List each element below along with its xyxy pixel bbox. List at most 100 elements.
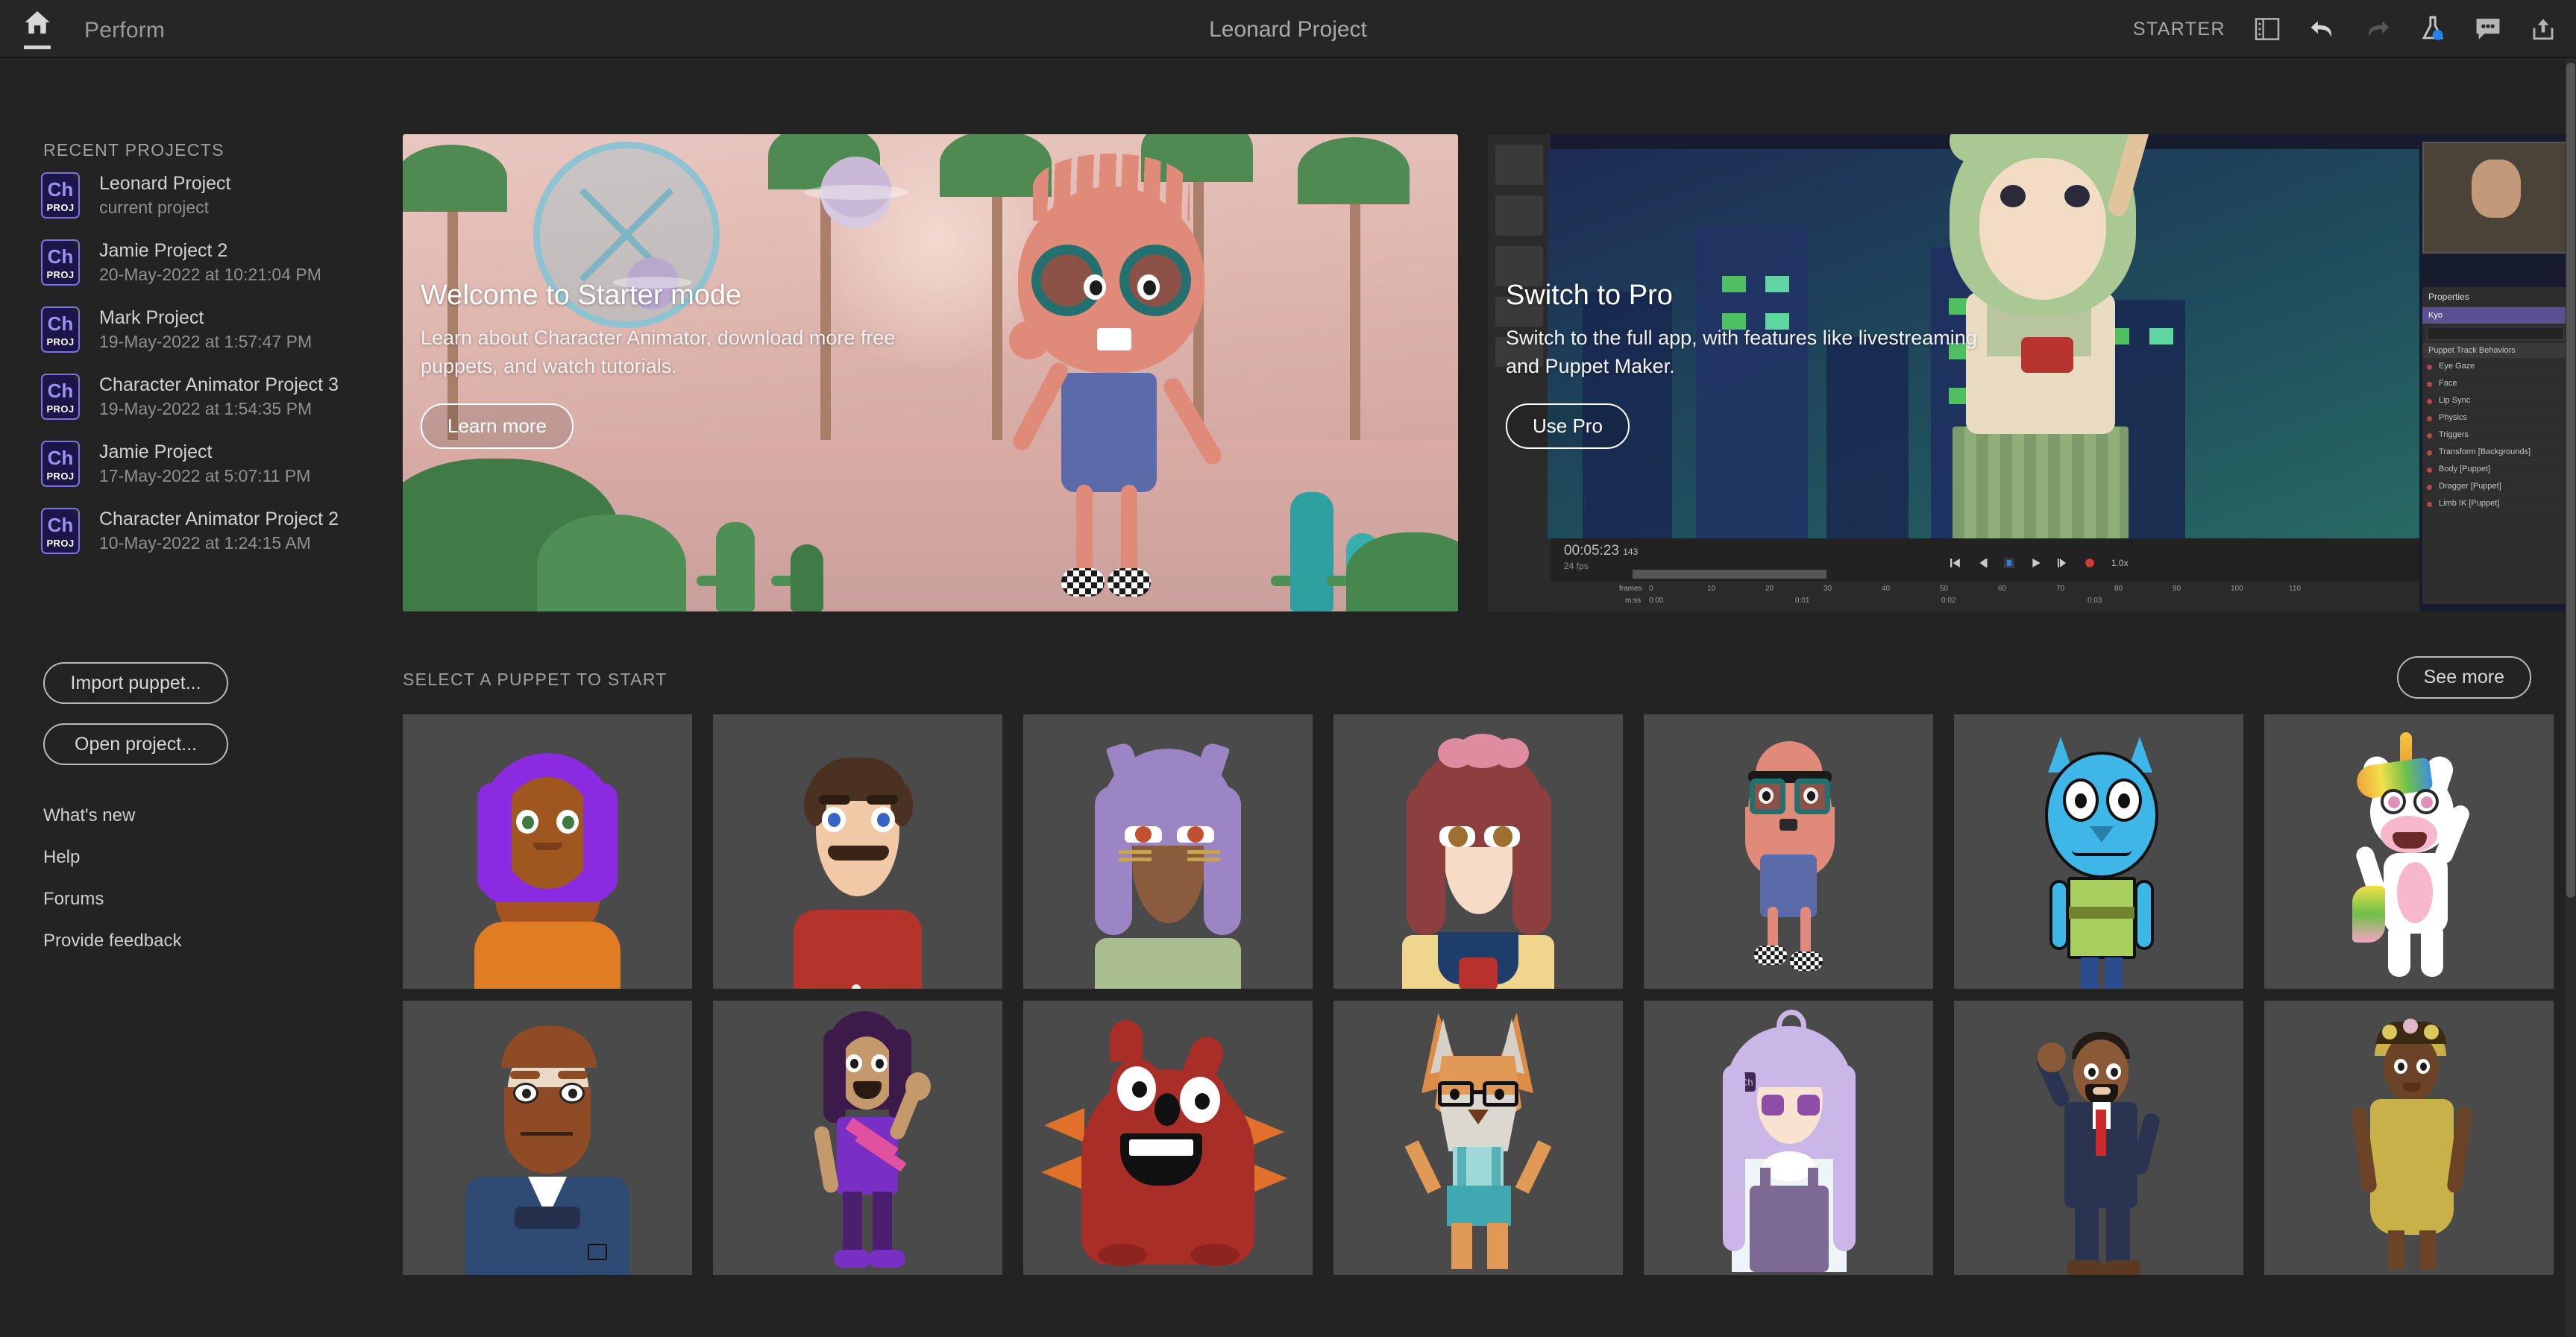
labs-beaker-icon[interactable]: [2416, 13, 2449, 45]
banner-switch-to-pro[interactable]: Properties Kyo Puppet Track Behaviors Ey…: [1488, 134, 2573, 611]
frame-tick: 20: [1765, 585, 1774, 593]
recent-project-item[interactable]: ChPROJCharacter Animator Project 319-May…: [41, 370, 399, 424]
puppet-tile-anime-schoolgirl-red-hair[interactable]: [1333, 714, 1623, 989]
sidebar: RECENT PROJECTS ChPROJLeonard Projectcur…: [0, 58, 403, 1337]
project-icon-ext-label: PROJ: [43, 471, 78, 482]
puppet-tile-anime-cat-girl-purple[interactable]: [1023, 714, 1313, 989]
puppet-tile-rainbow-unicorn[interactable]: [2264, 714, 2554, 989]
puppet-tile-yellow-dress-woman[interactable]: [2264, 1001, 2554, 1275]
project-name: Leonard Project: [99, 172, 231, 197]
go-to-start-icon[interactable]: [1950, 558, 1961, 568]
puppet-tile-purple-hair-girl-waving[interactable]: [713, 1001, 1002, 1275]
puppet-tile-clay-man-mustache[interactable]: [713, 714, 1002, 989]
sidebar-links: What's new Help Forums Provide feedback: [43, 805, 181, 972]
fps-label: 24 fps: [1564, 561, 1589, 571]
project-name: Jamie Project 2: [99, 239, 321, 264]
recent-project-item[interactable]: ChPROJJamie Project17-May-2022 at 5:07:1…: [41, 437, 399, 491]
puppet-tile-suited-man-waving[interactable]: [1954, 1001, 2243, 1275]
pro-banner-content: Switch to Pro Switch to the full app, wi…: [1506, 280, 1998, 449]
step-forward-icon[interactable]: [2058, 558, 2068, 568]
frame-tick: 100: [2231, 585, 2243, 593]
sidebar-link-what-s-new[interactable]: What's new: [43, 805, 181, 826]
puppet-thumbnail-fuzzy-creature-glasses: [1644, 714, 1933, 989]
open-project-button[interactable]: Open project...: [43, 723, 228, 765]
import-puppet-button[interactable]: Import puppet...: [43, 662, 228, 704]
playback-speed-label: 1.0x: [2111, 558, 2129, 568]
starter-banner-content: Welcome to Starter mode Learn about Char…: [421, 280, 913, 449]
puppet-tile-anime-long-hair-overalls[interactable]: Ch: [1644, 1001, 1933, 1275]
pro-banner-title: Switch to Pro: [1506, 280, 1998, 312]
puppet-tile-red-spiky-monster[interactable]: [1023, 1001, 1313, 1275]
behaviors-group-header: Puppet Track Behaviors: [2422, 343, 2569, 358]
recent-project-item[interactable]: ChPROJMark Project19-May-2022 at 1:57:47…: [41, 303, 399, 356]
frame-tick: 30: [1823, 585, 1832, 593]
ruler-row-label-mss: m:ss: [1625, 597, 1641, 605]
sidebar-link-forums[interactable]: Forums: [43, 889, 181, 910]
panel-layout-icon[interactable]: [2251, 13, 2284, 45]
record-icon[interactable]: [2085, 558, 2095, 568]
pro-timeline-panel: 00:05:23 143 24 fps 1.0x frames m:ss 010…: [1551, 538, 2419, 611]
puppet-thumbnail-purple-hair-girl-waving: [713, 1001, 1002, 1275]
project-file-icon: ChPROJ: [41, 441, 80, 487]
puppet-grid: Ch: [403, 714, 2552, 1275]
stop-icon[interactable]: [2004, 558, 2014, 568]
puppet-tile-fuzzy-creature-glasses[interactable]: [1644, 714, 1933, 989]
starter-banner-puppet: [988, 186, 1234, 604]
page-scrollbar[interactable]: [2566, 58, 2576, 1337]
behavior-row: Eye Gaze: [2422, 358, 2569, 375]
select-puppet-heading: SELECT A PUPPET TO START: [403, 670, 667, 690]
timecode-display: 00:05:23 143: [1564, 543, 1638, 559]
puppet-thumbnail-lowpoly-fox: [1333, 1001, 1623, 1275]
recent-project-item[interactable]: ChPROJCharacter Animator Project 210-May…: [41, 504, 399, 558]
starter-banner-title: Welcome to Starter mode: [421, 280, 913, 312]
frame-tick: 90: [2173, 585, 2181, 593]
sidebar-link-help[interactable]: Help: [43, 847, 181, 868]
project-icon-ch-label: Ch: [43, 312, 78, 336]
project-date: 10-May-2022 at 1:24:15 AM: [99, 532, 339, 555]
properties-panel-title: Properties: [2422, 287, 2569, 307]
redo-icon[interactable]: [2361, 13, 2394, 45]
project-date: 17-May-2022 at 5:07:11 PM: [99, 465, 310, 488]
feedback-chat-icon[interactable]: [2472, 13, 2504, 45]
recent-projects-list: ChPROJLeonard Projectcurrent projectChPR…: [41, 169, 399, 571]
play-icon[interactable]: [2031, 558, 2041, 568]
banner-starter-mode[interactable]: Welcome to Starter mode Learn about Char…: [403, 134, 1458, 611]
timeline-scrubber[interactable]: [1633, 570, 1826, 579]
project-name: Mark Project: [99, 306, 312, 331]
project-icon-ext-label: PROJ: [43, 202, 78, 213]
frame-tick: 110: [2289, 585, 2301, 593]
selected-puppet-row: Kyo: [2422, 307, 2569, 324]
frame-tick: 50: [1940, 585, 1948, 593]
recent-project-item[interactable]: ChPROJJamie Project 220-May-2022 at 10:2…: [41, 236, 399, 289]
puppet-thumbnail-rainbow-unicorn: [2264, 714, 2554, 989]
use-pro-button[interactable]: Use Pro: [1506, 403, 1630, 449]
share-export-icon[interactable]: [2527, 13, 2560, 45]
project-name: Character Animator Project 3: [99, 373, 339, 398]
puppet-tile-bearded-man-blue-shirt[interactable]: [403, 1001, 692, 1275]
puppet-tile-blue-cat-monster[interactable]: [1954, 714, 2243, 989]
pro-properties-panel: Properties Kyo Puppet Track Behaviors Ey…: [2422, 287, 2569, 604]
step-back-icon[interactable]: [1977, 558, 1988, 568]
puppet-thumbnail-anime-long-hair-overalls: Ch: [1644, 1001, 1933, 1275]
time-tick: 0:00: [1649, 597, 1663, 605]
puppet-tile-lowpoly-fox[interactable]: [1333, 1001, 1623, 1275]
sidebar-link-provide-feedback[interactable]: Provide feedback: [43, 931, 181, 951]
top-bar: Perform Leonard Project STARTER: [0, 0, 2576, 58]
see-more-button[interactable]: See more: [2397, 656, 2531, 699]
learn-more-button[interactable]: Learn more: [421, 403, 574, 449]
puppet-thumbnail-suited-man-waving: [1954, 1001, 2243, 1275]
timeline-ruler[interactable]: frames m:ss 0102030405060708090100110 0:…: [1551, 582, 2419, 611]
recent-project-item[interactable]: ChPROJLeonard Projectcurrent project: [41, 169, 399, 222]
undo-icon[interactable]: [2306, 13, 2339, 45]
page-scrollbar-thumb[interactable]: [2566, 63, 2575, 898]
project-icon-ch-label: Ch: [43, 380, 78, 403]
mode-badge: STARTER: [2133, 19, 2225, 40]
project-date: 20-May-2022 at 10:21:04 PM: [99, 263, 321, 286]
puppet-thumbnail-anime-schoolgirl-red-hair: [1333, 714, 1623, 989]
puppet-tile-clay-woman-purple-hair[interactable]: [403, 714, 692, 989]
behavior-row: Limb IK [Puppet]: [2422, 495, 2569, 512]
behavior-row: Transform [Backgrounds]: [2422, 444, 2569, 461]
puppet-thumbnail-clay-man-mustache: [713, 714, 1002, 989]
properties-search-input[interactable]: [2427, 327, 2564, 340]
project-date: 19-May-2022 at 1:57:47 PM: [99, 330, 312, 353]
